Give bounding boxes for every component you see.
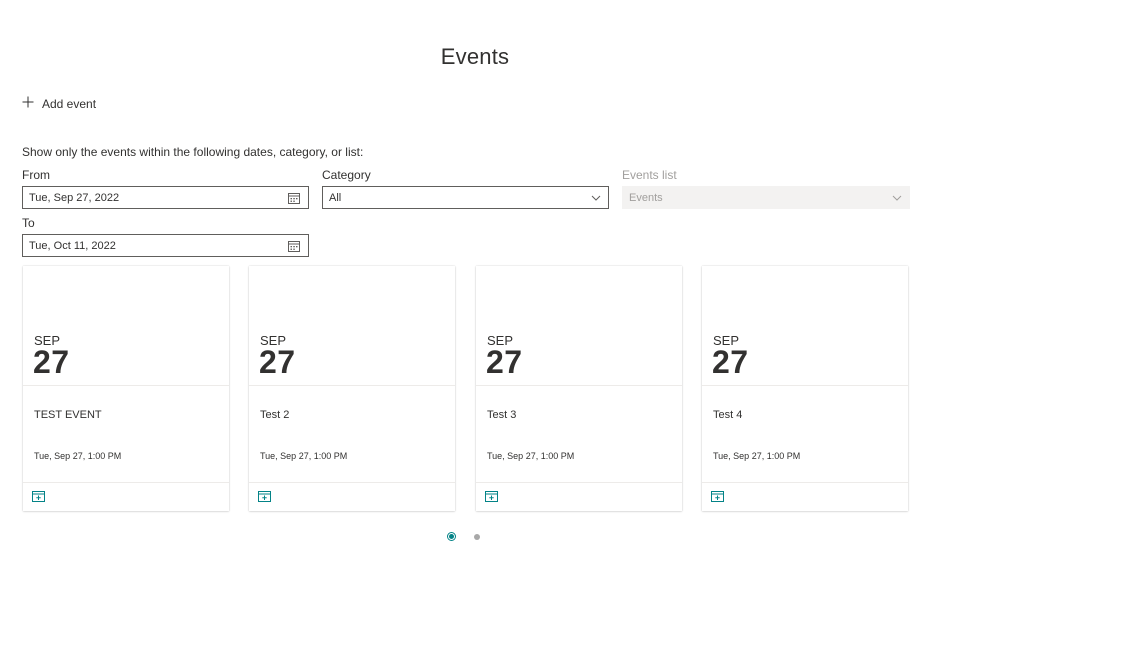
card-divider [702,385,908,386]
from-date-value: Tue, Sep 27, 2022 [29,191,120,204]
carousel-pager [447,532,480,541]
chevron-down-icon [892,195,902,201]
events-list-dropdown: Events [622,186,910,209]
add-event-button[interactable]: Add event [22,96,97,111]
card-divider [476,385,682,386]
event-card[interactable]: SEP 27 Test 2 Tue, Sep 27, 1:00 PM [249,266,455,511]
event-card[interactable]: SEP 27 Test 3 Tue, Sep 27, 1:00 PM [476,266,682,511]
to-date-value: Tue, Oct 11, 2022 [29,239,116,252]
chevron-down-icon [591,195,601,201]
card-divider [249,385,455,386]
event-title[interactable]: Test 3 [487,409,516,421]
calendar-icon[interactable] [288,240,300,252]
calendar-add-icon[interactable] [711,490,724,502]
event-title[interactable]: Test 2 [260,409,289,421]
card-divider [23,482,229,483]
event-card[interactable]: SEP 27 TEST EVENT Tue, Sep 27, 1:00 PM [23,266,229,511]
event-card[interactable]: SEP 27 Test 4 Tue, Sep 27, 1:00 PM [702,266,908,511]
card-divider [702,482,908,483]
event-time: Tue, Sep 27, 1:00 PM [260,451,348,461]
card-divider [249,482,455,483]
event-day: 27 [259,344,296,380]
to-label: To [22,216,35,230]
filter-intro-text: Show only the events within the followin… [22,145,364,159]
event-day: 27 [486,344,523,380]
category-dropdown[interactable]: All [322,186,609,209]
from-date-field[interactable]: Tue, Sep 27, 2022 [22,186,309,209]
event-title[interactable]: TEST EVENT [34,409,102,421]
event-time: Tue, Sep 27, 1:00 PM [713,451,801,461]
page-title: Events [440,44,510,69]
event-time: Tue, Sep 27, 1:00 PM [34,451,122,461]
event-time: Tue, Sep 27, 1:00 PM [487,451,575,461]
pager-dot-active[interactable] [447,532,456,541]
category-label: Category [322,168,371,182]
calendar-add-icon[interactable] [258,490,271,502]
from-label: From [22,168,50,182]
plus-icon [22,96,34,108]
card-divider [23,385,229,386]
calendar-add-icon[interactable] [32,490,45,502]
events-list-label: Events list [622,168,677,182]
calendar-icon[interactable] [288,192,300,204]
pager-dot[interactable] [474,533,480,540]
calendar-add-icon[interactable] [485,490,498,502]
events-list-value: Events [629,191,663,204]
category-value: All [329,191,342,204]
add-event-label: Add event [42,97,97,111]
event-title[interactable]: Test 4 [713,409,742,421]
card-divider [476,482,682,483]
event-day: 27 [33,344,70,380]
to-date-field[interactable]: Tue, Oct 11, 2022 [22,234,309,257]
event-day: 27 [712,344,749,380]
